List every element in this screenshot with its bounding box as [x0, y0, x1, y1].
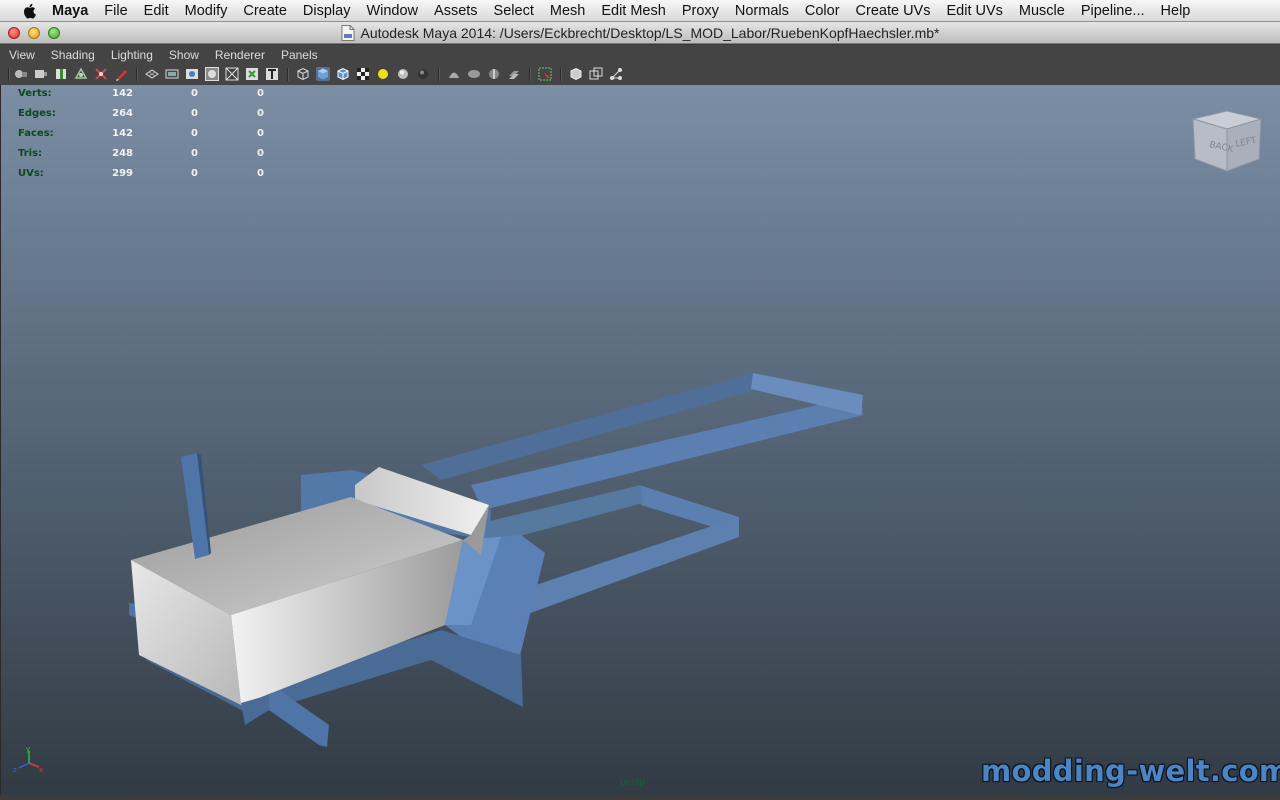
hud-value: 142 [112, 128, 133, 139]
watermark: modding-welt.com [981, 754, 1280, 788]
axis-gizmo: y x z [13, 745, 43, 774]
hud-value: 142 [112, 88, 133, 99]
menu-pipeline[interactable]: Pipeline... [1073, 0, 1153, 22]
safe-action-icon[interactable] [245, 67, 259, 81]
depth-of-field-icon[interactable] [487, 67, 501, 81]
panel-menu-renderer[interactable]: Renderer [207, 48, 273, 62]
use-all-lights-icon[interactable] [376, 67, 390, 81]
menu-modify[interactable]: Modify [177, 0, 236, 22]
hud-value: 0 [257, 148, 264, 159]
hud-value: 0 [257, 88, 264, 99]
hud-value: 0 [191, 168, 198, 179]
hud-value: 0 [257, 168, 264, 179]
textured-icon[interactable] [356, 67, 370, 81]
field-chart-icon[interactable] [225, 67, 239, 81]
hud-value: 0 [191, 128, 198, 139]
resolution-gate-icon[interactable] [185, 67, 199, 81]
xray-active-components-icon[interactable] [589, 67, 603, 81]
perspective-viewport[interactable]: Verts: 142 0 0 Edges: 264 0 0 Faces: 142 0 0 Tris… [0, 85, 1280, 795]
motion-blur-icon[interactable] [447, 67, 461, 81]
mac-menu-bar: Maya File Edit Modify Create Display Win… [0, 0, 1280, 22]
panel-menu-view[interactable]: View [0, 48, 43, 62]
film-gate-icon[interactable] [165, 67, 179, 81]
isolate-select-icon[interactable] [538, 67, 552, 81]
camera-attributes-icon[interactable] [34, 67, 48, 81]
maya-file-icon [341, 25, 355, 41]
isolate-objects-icon[interactable] [507, 67, 521, 81]
panel-menu-shading[interactable]: Shading [43, 48, 103, 62]
svg-text:z: z [13, 766, 17, 774]
panel-toolbar [0, 64, 1280, 86]
window-title: Autodesk Maya 2014: /Users/Eckbrecht/Des… [0, 22, 1280, 44]
menu-help[interactable]: Help [1153, 0, 1199, 22]
hud-value: 264 [112, 108, 133, 119]
2d-pan-zoom-icon[interactable] [94, 67, 108, 81]
hud-value: 0 [191, 108, 198, 119]
menu-proxy[interactable]: Proxy [674, 0, 727, 22]
safe-title-icon[interactable] [265, 67, 279, 81]
toolbar-separator [8, 68, 10, 81]
xray-icon[interactable] [569, 67, 583, 81]
bookmarks-icon[interactable] [54, 67, 68, 81]
apple-icon[interactable] [20, 3, 40, 19]
panel-menu-show[interactable]: Show [161, 48, 207, 62]
hud-label: Tris: [18, 148, 43, 159]
toolbar-separator [136, 68, 138, 81]
hud-value: 299 [112, 168, 133, 179]
svg-text:y: y [26, 745, 30, 753]
menu-edit[interactable]: Edit [136, 0, 177, 22]
menu-normals[interactable]: Normals [727, 0, 797, 22]
wireframe-on-shaded-icon[interactable] [336, 67, 350, 81]
grid-icon[interactable] [145, 67, 159, 81]
window-bottom-edge [0, 795, 1280, 800]
menu-file[interactable]: File [96, 0, 135, 22]
hud-value: 0 [191, 148, 198, 159]
menu-window[interactable]: Window [358, 0, 426, 22]
hud-value: 0 [257, 128, 264, 139]
menu-assets[interactable]: Assets [426, 0, 486, 22]
panel-menu-panels[interactable]: Panels [273, 48, 326, 62]
menu-edit-mesh[interactable]: Edit Mesh [593, 0, 673, 22]
model-scene [129, 373, 863, 747]
view-cube[interactable]: BACK LEFT [1189, 107, 1265, 179]
toolbar-separator [287, 68, 289, 81]
menu-app-maya[interactable]: Maya [46, 0, 96, 22]
hud-label: Edges: [18, 108, 56, 119]
shadows-icon[interactable] [396, 67, 410, 81]
hud-label: UVs: [18, 168, 44, 179]
menu-create[interactable]: Create [235, 0, 295, 22]
svg-text:x: x [39, 766, 43, 774]
hud-label: Verts: [18, 88, 52, 99]
camera-name-label: persp [620, 777, 646, 788]
menu-select[interactable]: Select [486, 0, 542, 22]
xray-joints-icon[interactable] [609, 67, 623, 81]
menu-color[interactable]: Color [797, 0, 848, 22]
grease-pencil-icon[interactable] [114, 67, 128, 81]
menu-mesh[interactable]: Mesh [542, 0, 593, 22]
menu-muscle[interactable]: Muscle [1011, 0, 1073, 22]
menu-edit-uvs[interactable]: Edit UVs [938, 0, 1010, 22]
menu-display[interactable]: Display [295, 0, 359, 22]
hud-value: 248 [112, 148, 133, 159]
toolbar-separator [560, 68, 562, 81]
hud-value: 0 [191, 88, 198, 99]
wireframe-icon[interactable] [296, 67, 310, 81]
window-title-text: Autodesk Maya 2014: /Users/Eckbrecht/Des… [360, 25, 940, 41]
gate-mask-icon[interactable] [205, 67, 219, 81]
window-title-bar[interactable]: Autodesk Maya 2014: /Users/Eckbrecht/Des… [0, 22, 1280, 44]
menu-create-uvs[interactable]: Create UVs [848, 0, 939, 22]
screen-space-ao-icon[interactable] [416, 67, 430, 81]
panel-menu-lighting[interactable]: Lighting [103, 48, 161, 62]
toolbar-separator [438, 68, 440, 81]
hud-value: 0 [257, 108, 264, 119]
smooth-shade-icon[interactable] [316, 67, 330, 81]
panel-menu-bar: View Shading Lighting Show Renderer Pane… [0, 44, 1280, 65]
image-plane-icon[interactable] [74, 67, 88, 81]
hud-label: Faces: [18, 128, 54, 139]
multisample-aa-icon[interactable] [467, 67, 481, 81]
toolbar-separator [529, 68, 531, 81]
select-camera-icon[interactable] [14, 67, 28, 81]
